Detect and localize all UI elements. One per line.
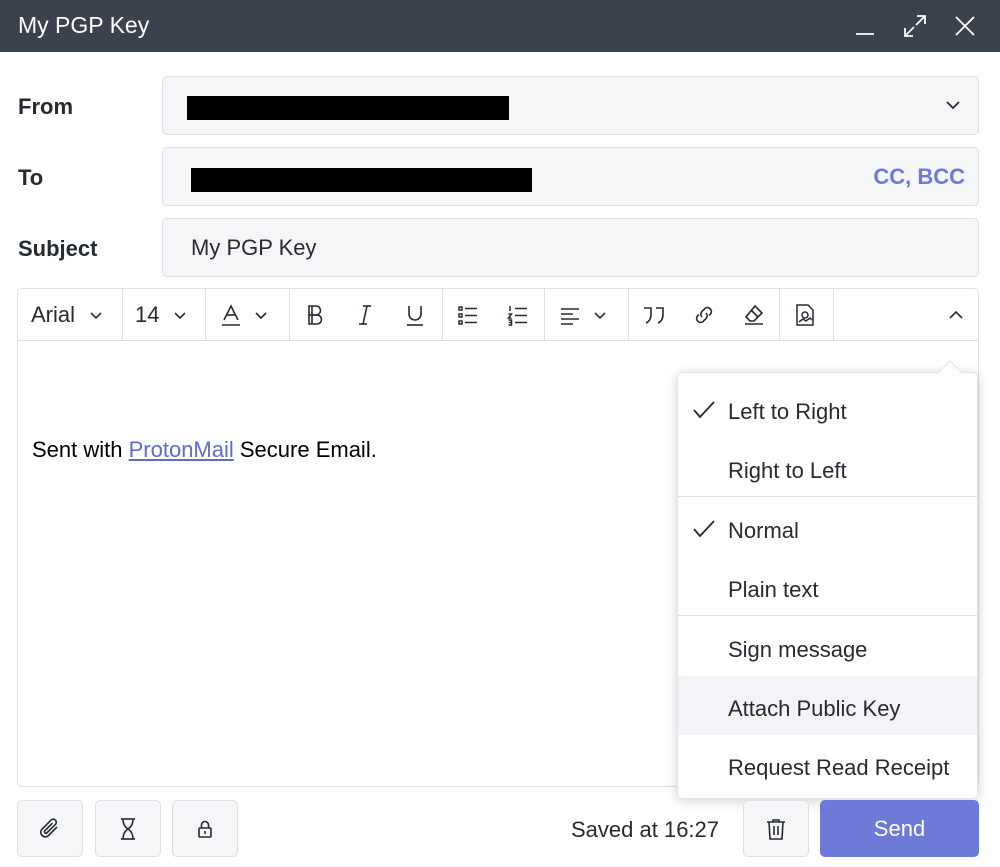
close-button[interactable] bbox=[942, 0, 988, 52]
menu-item-request-read-receipt[interactable]: Request Read Receipt bbox=[678, 735, 977, 794]
clear-formatting-button[interactable] bbox=[729, 289, 779, 340]
chevron-down-icon bbox=[255, 311, 267, 319]
insert-group bbox=[629, 289, 834, 340]
menu-item-attach-public-key[interactable]: Attach Public Key bbox=[678, 676, 977, 735]
body-suffix: Secure Email. bbox=[233, 437, 377, 462]
minimize-button[interactable] bbox=[842, 0, 888, 52]
expand-button[interactable] bbox=[892, 0, 938, 52]
font-size-select[interactable]: 14 bbox=[123, 289, 206, 340]
text-style-group bbox=[290, 289, 443, 340]
expiration-button[interactable] bbox=[95, 800, 161, 857]
expand-icon bbox=[904, 15, 926, 37]
menu-item-label: Sign message bbox=[728, 637, 868, 662]
to-label: To bbox=[18, 165, 44, 190]
encryption-button[interactable] bbox=[172, 800, 238, 857]
lock-icon bbox=[198, 820, 212, 838]
font-family-value: Arial bbox=[31, 301, 76, 327]
menu-item-label: Right to Left bbox=[728, 458, 847, 483]
attach-file-button[interactable] bbox=[17, 800, 83, 857]
to-field[interactable]: CC, BCC bbox=[162, 147, 979, 206]
menu-item-left-to-right[interactable]: Left to Right bbox=[678, 379, 977, 438]
list-group bbox=[443, 289, 545, 340]
unordered-list-icon bbox=[458, 305, 477, 325]
menu-separator bbox=[678, 615, 977, 616]
from-label: From bbox=[18, 94, 73, 119]
saved-status: Saved at 16:27 bbox=[571, 817, 720, 842]
italic-icon bbox=[359, 304, 371, 325]
text-color-select[interactable] bbox=[206, 289, 290, 340]
unordered-list-button[interactable] bbox=[443, 289, 493, 340]
subject-value: My PGP Key bbox=[191, 235, 317, 260]
insert-image-button[interactable] bbox=[779, 289, 829, 340]
cc-bcc-link[interactable]: CC, BCC bbox=[873, 164, 965, 190]
checkmark-icon bbox=[693, 520, 715, 538]
underline-button[interactable] bbox=[390, 289, 440, 340]
protonmail-link[interactable]: ProtonMail bbox=[129, 437, 234, 462]
italic-button[interactable] bbox=[340, 289, 390, 340]
minimize-icon bbox=[856, 33, 874, 35]
menu-item-label: Request Read Receipt bbox=[728, 755, 950, 780]
bold-icon bbox=[308, 304, 323, 325]
menu-item-plain-text[interactable]: Plain text bbox=[678, 557, 977, 616]
close-icon bbox=[955, 16, 975, 36]
subject-label: Subject bbox=[18, 236, 98, 261]
clear-formatting-icon bbox=[744, 304, 764, 325]
ordered-list-icon bbox=[507, 305, 527, 326]
more-options-menu: Left to Right Right to Left Normal Plain… bbox=[677, 360, 978, 799]
align-left-icon bbox=[561, 307, 579, 325]
bold-button[interactable] bbox=[290, 289, 340, 340]
font-size-value: 14 bbox=[135, 301, 160, 327]
alignment-select[interactable] bbox=[545, 289, 629, 340]
text-color-icon bbox=[222, 303, 240, 326]
hourglass-icon bbox=[121, 817, 135, 840]
ordered-list-button[interactable] bbox=[493, 289, 543, 340]
collapse-more-icon bbox=[949, 310, 963, 319]
menu-item-right-to-left[interactable]: Right to Left bbox=[678, 438, 977, 497]
collapse-more-button[interactable] bbox=[931, 289, 981, 340]
from-address-redacted bbox=[187, 96, 509, 120]
chevron-down-icon bbox=[946, 101, 960, 110]
menu-item-label: Plain text bbox=[728, 577, 819, 602]
editor-toolbar: Arial 14 bbox=[18, 289, 978, 341]
window-titlebar: My PGP Key bbox=[0, 0, 1000, 52]
quote-button[interactable] bbox=[629, 289, 679, 340]
body-prefix: Sent with bbox=[32, 437, 129, 462]
delete-draft-button[interactable] bbox=[743, 800, 809, 857]
message-body[interactable]: Sent with ProtonMail Secure Email. bbox=[32, 437, 377, 463]
menu-item-label: Attach Public Key bbox=[728, 696, 901, 721]
menu-separator bbox=[678, 496, 977, 497]
to-address-redacted bbox=[191, 168, 532, 192]
trash-icon bbox=[767, 818, 785, 840]
checkmark-icon bbox=[693, 401, 715, 419]
from-select[interactable] bbox=[162, 76, 979, 135]
underline-icon bbox=[407, 305, 423, 326]
paperclip-icon bbox=[39, 817, 58, 838]
window-title: My PGP Key bbox=[18, 12, 150, 38]
quote-icon bbox=[644, 306, 664, 324]
font-family-select[interactable]: Arial bbox=[18, 289, 123, 340]
subject-input[interactable]: My PGP Key bbox=[162, 218, 979, 277]
menu-item-label: Normal bbox=[728, 518, 799, 543]
send-button[interactable]: Send bbox=[820, 800, 979, 857]
chevron-down-icon bbox=[174, 311, 187, 319]
insert-image-icon bbox=[795, 303, 814, 326]
menu-item-sign-message[interactable]: Sign message bbox=[678, 617, 977, 676]
chevron-down-icon bbox=[594, 311, 606, 319]
link-button[interactable] bbox=[679, 289, 729, 340]
chevron-down-icon bbox=[90, 311, 102, 319]
menu-item-normal[interactable]: Normal bbox=[678, 498, 977, 557]
link-icon bbox=[695, 306, 713, 323]
menu-item-label: Left to Right bbox=[728, 399, 847, 424]
